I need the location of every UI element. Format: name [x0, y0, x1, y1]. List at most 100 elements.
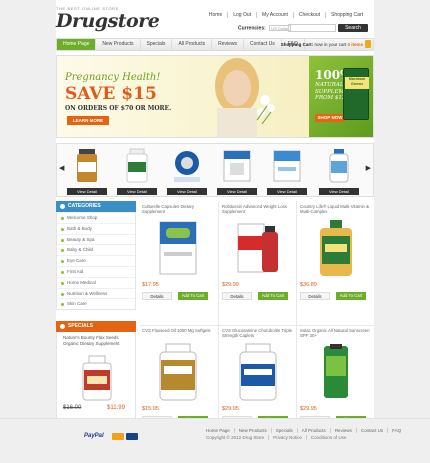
carousel-item[interactable]: View Detail — [267, 147, 307, 195]
nav-new-products[interactable]: New Products — [96, 39, 141, 50]
featured-carousel: ◀ ▶ View Detail View Detail View Detail … — [56, 143, 374, 197]
product-card: Country Life® Liquid Multi-Vitamin & Mul… — [298, 204, 374, 325]
paypal-logo: PayPal — [84, 433, 104, 439]
product-name[interactable]: Solac Organic All Natural Sunscreen SPF … — [300, 328, 372, 339]
special-product-name[interactable]: Nature's Bounty Flax Seeds Organic Dieta… — [63, 335, 133, 346]
banner-subtext: ON ORDERS OF $70 OR MORE. — [65, 105, 172, 112]
carousel-item[interactable]: View Detail — [319, 147, 359, 195]
toplink-cart[interactable]: Shopping Cart — [325, 12, 368, 18]
footer-link[interactable]: Contact Us — [355, 428, 387, 433]
woman-photo — [215, 58, 275, 137]
currency-label: Currencies: — [238, 25, 266, 32]
banner-left[interactable]: Pregnancy Health! SAVE $15 ON ORDERS OF … — [57, 56, 309, 137]
product-price: $29.99 — [222, 282, 239, 288]
product-name[interactable]: CVS Flaxseed Oil 1000 Mg Softgels — [142, 328, 214, 333]
bullet-icon — [60, 324, 65, 329]
categories-title: Categories — [68, 203, 101, 209]
add-to-cart-button[interactable]: Add To Cart — [178, 292, 208, 300]
footer: PayPal Home Page New Products Specials A… — [0, 418, 430, 463]
category-item[interactable]: Baby & Child — [57, 244, 135, 255]
nav-home[interactable]: Home Page — [57, 39, 97, 50]
banner-save: SAVE $15 — [65, 84, 157, 104]
liquid-multi-bottle-image — [320, 220, 352, 276]
category-item[interactable]: Eye Care — [57, 255, 135, 266]
toplink-home[interactable]: Home — [204, 12, 227, 18]
toplink-account[interactable]: My Account — [256, 12, 293, 18]
cart-count: 0 items — [347, 42, 363, 47]
view-detail-button[interactable]: View Detail — [319, 188, 359, 195]
robitussin-box-image — [237, 223, 278, 273]
carousel-item[interactable]: View Detail — [217, 147, 257, 195]
category-item[interactable]: Home Medical — [57, 276, 135, 288]
grid-divider — [218, 201, 219, 418]
view-detail-button[interactable]: View Detail — [67, 188, 107, 195]
special-old-price: $16.00 — [63, 405, 82, 411]
footer-link[interactable]: Reviews — [329, 428, 356, 433]
logo[interactable]: Drugstore — [56, 10, 160, 32]
details-button[interactable]: Details — [300, 292, 330, 300]
cart-label: Shopping Cart: — [280, 42, 314, 47]
currency-selector: Currencies: US Dollar — [238, 25, 292, 32]
footer-copyright: Copyright © 2012 Drug Store Privacy Noti… — [202, 435, 350, 440]
footer-link[interactable]: Home Page — [202, 428, 234, 433]
special-product[interactable]: Nature's Bounty Flax Seeds Organic Dieta… — [56, 332, 136, 420]
shop-now-button[interactable]: SHOP NOW — [315, 114, 345, 122]
product-price: $15.95 — [142, 406, 159, 412]
product-price: $36.89 — [300, 282, 317, 288]
view-detail-button[interactable]: View Detail — [167, 188, 207, 195]
cart-text: now in your cart — [314, 42, 347, 47]
product-bottle-image — [329, 149, 349, 183]
product-card: Robitussin Advanced Weight Loss Suppleme… — [220, 204, 296, 325]
banner-right[interactable]: 100% NATURAL SUPPLEMENT FROM $12.00 SHOP… — [309, 56, 373, 137]
view-detail-button[interactable]: View Detail — [217, 188, 257, 195]
footer-link[interactable]: All Products — [296, 428, 330, 433]
footer-link[interactable]: FAQ — [387, 428, 405, 433]
footer-link[interactable]: Specials — [270, 428, 297, 433]
category-item[interactable]: First Aid — [57, 265, 135, 277]
view-detail-button[interactable]: View Detail — [117, 188, 157, 195]
product-name[interactable]: Robitussin Advanced Weight Loss Suppleme… — [222, 204, 294, 215]
conditions-link[interactable]: Conditions of Use — [305, 435, 351, 440]
nav-all-products[interactable]: All Products — [172, 39, 213, 50]
carousel-next-icon[interactable]: ▶ — [366, 164, 371, 172]
main-nav: Home Page New Products Specials All Prod… — [56, 38, 374, 51]
search-button[interactable]: Search — [338, 24, 368, 32]
category-item[interactable]: Bath & Body — [57, 222, 135, 234]
cart-summary[interactable]: Shopping Cart: now in your cart 0 items — [281, 41, 363, 48]
nav-reviews[interactable]: Reviews — [212, 39, 245, 50]
product-jar-label: Maximum Greens — [345, 77, 369, 89]
visa-icon — [126, 433, 138, 440]
product-price: $29.95 — [300, 406, 317, 412]
product-name[interactable]: Country Life® Liquid Multi-Vitamin & Mul… — [300, 204, 372, 215]
details-button[interactable]: Details — [222, 292, 252, 300]
carousel-item[interactable]: View Detail — [67, 147, 107, 195]
search-input[interactable] — [288, 24, 336, 32]
shopping-bag-icon[interactable] — [365, 40, 371, 48]
category-item[interactable]: Beauty & Spa — [57, 233, 135, 245]
toplink-logout[interactable]: Log Out — [227, 12, 256, 18]
privacy-link[interactable]: Privacy Notice — [268, 435, 306, 440]
product-box-image — [273, 150, 301, 182]
nav-specials[interactable]: Specials — [141, 39, 173, 50]
carousel-item[interactable]: View Detail — [167, 147, 207, 195]
category-item[interactable]: Skin Care — [57, 298, 135, 309]
product-name[interactable]: Culturelle Capsules Dietary Supplement — [142, 204, 214, 215]
category-item[interactable]: Nutrition & Wellness — [57, 287, 135, 299]
footer-link[interactable]: New Products — [233, 428, 271, 433]
add-to-cart-button[interactable]: Add To Cart — [336, 292, 366, 300]
product-card: Culturelle Capsules Dietary Supplement $… — [140, 204, 216, 325]
carousel-item[interactable]: View Detail — [117, 147, 157, 195]
flax-seeds-bottle-image — [82, 355, 112, 401]
product-price: $29.95 — [222, 406, 239, 412]
nav-contact[interactable]: Contact Us — [244, 39, 282, 50]
toplink-checkout[interactable]: Checkout — [292, 12, 325, 18]
learn-more-button[interactable]: LEARN MORE — [67, 116, 109, 125]
details-button[interactable]: Details — [142, 292, 172, 300]
category-item[interactable]: Welcome Shop — [57, 212, 135, 223]
product-name[interactable]: CVS Glucosamine Chondroitin Triple Stren… — [222, 328, 294, 339]
carousel-prev-icon[interactable]: ◀ — [59, 164, 64, 172]
mastercard-icon — [112, 433, 124, 440]
view-detail-button[interactable]: View Detail — [267, 188, 307, 195]
category-list: Welcome Shop Bath & Body Beauty & Spa Ba… — [56, 212, 136, 311]
add-to-cart-button[interactable]: Add To Cart — [258, 292, 288, 300]
